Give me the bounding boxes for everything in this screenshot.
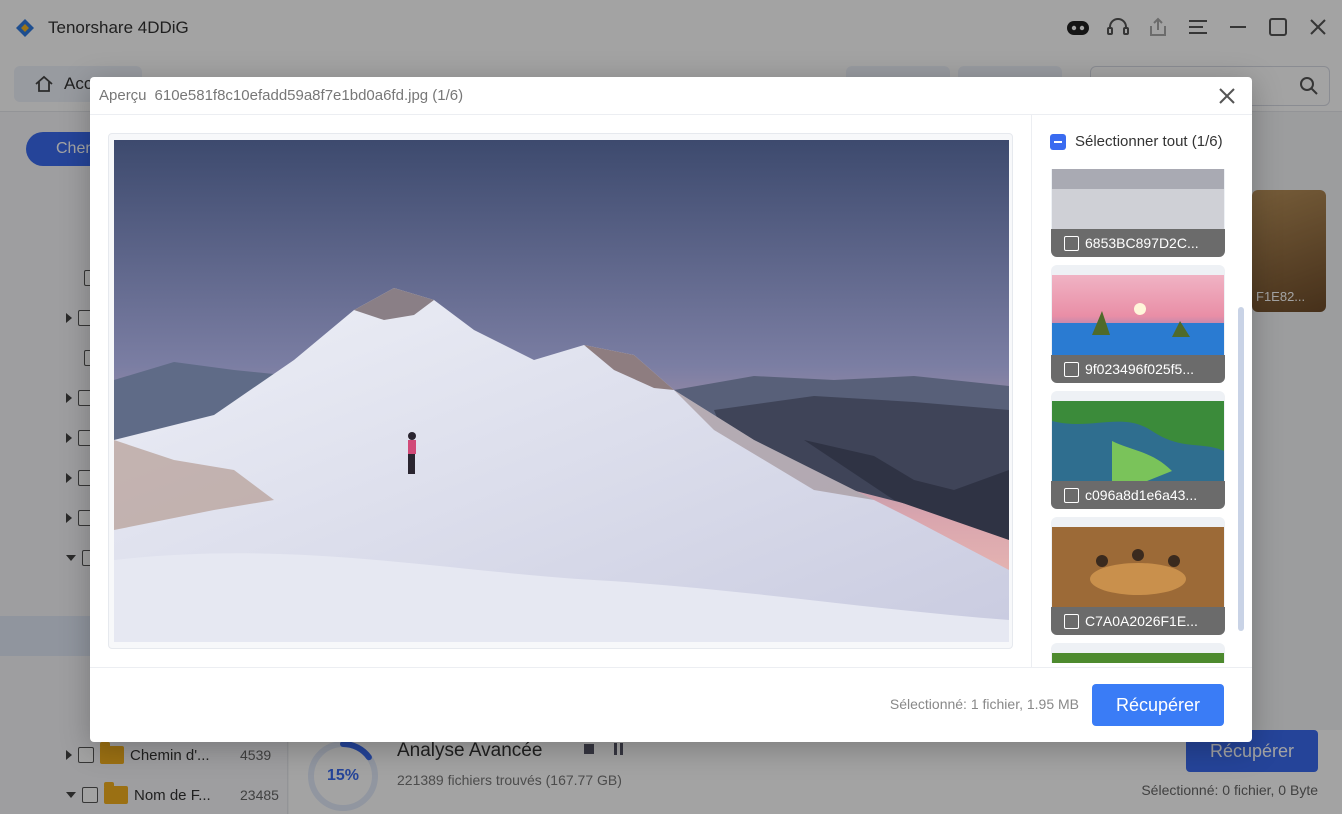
- dialog-title: Aperçu: [99, 87, 147, 104]
- selection-info: Sélectionné: 1 fichier, 1.95 MB: [889, 696, 1079, 712]
- thumbnail-image: [1052, 275, 1224, 357]
- select-all-label: Sélectionner tout (1/6): [1075, 133, 1223, 150]
- preview-dialog: Aperçu 610e581f8c10efadd59a8f7e1bd0a6fd.…: [90, 77, 1252, 742]
- thumbnail-caption: c096a8d1e6a43...: [1051, 481, 1225, 509]
- footer-divider: [90, 667, 1252, 668]
- thumbnail-image: [1052, 169, 1224, 231]
- select-all-checkbox[interactable]: [1050, 133, 1066, 150]
- thumbnail-item[interactable]: c096a8d1e6a43...: [1051, 391, 1225, 509]
- preview-frame: [108, 133, 1013, 649]
- thumbnail-item[interactable]: [1051, 643, 1225, 663]
- recover-button[interactable]: Récupérer: [1092, 684, 1224, 726]
- thumbnail-scrollbar[interactable]: [1238, 307, 1244, 631]
- preview-image: [114, 140, 1009, 642]
- thumbnail-item[interactable]: C7A0A2026F1E...: [1051, 517, 1225, 635]
- close-icon[interactable]: [1216, 85, 1238, 107]
- preview-filename: 610e581f8c10efadd59a8f7e1bd0a6fd.jpg (1/…: [154, 87, 464, 104]
- thumbnail-image: [1052, 527, 1224, 609]
- thumbnail-item[interactable]: 6853BC897D2C...: [1051, 169, 1225, 257]
- thumbnail-image: [1052, 653, 1224, 663]
- thumbnail-checkbox[interactable]: [1064, 487, 1079, 503]
- thumbnail-caption: 9f023496f025f5...: [1051, 355, 1225, 383]
- panel-divider: [1031, 115, 1032, 667]
- thumbnail-image: [1052, 401, 1224, 483]
- dialog-header: Aperçu 610e581f8c10efadd59a8f7e1bd0a6fd.…: [90, 77, 1252, 115]
- thumbnail-caption: C7A0A2026F1E...: [1051, 607, 1225, 635]
- thumbnail-checkbox[interactable]: [1064, 361, 1079, 377]
- thumbnail-list: 6853BC897D2C... 9f023496f025f5... c096a8…: [1051, 169, 1225, 663]
- thumbnail-item[interactable]: 9f023496f025f5...: [1051, 265, 1225, 383]
- thumbnail-checkbox[interactable]: [1064, 613, 1079, 629]
- select-all-control[interactable]: Sélectionner tout (1/6): [1050, 133, 1225, 150]
- thumbnail-checkbox[interactable]: [1064, 235, 1079, 251]
- thumbnail-caption: 6853BC897D2C...: [1051, 229, 1225, 257]
